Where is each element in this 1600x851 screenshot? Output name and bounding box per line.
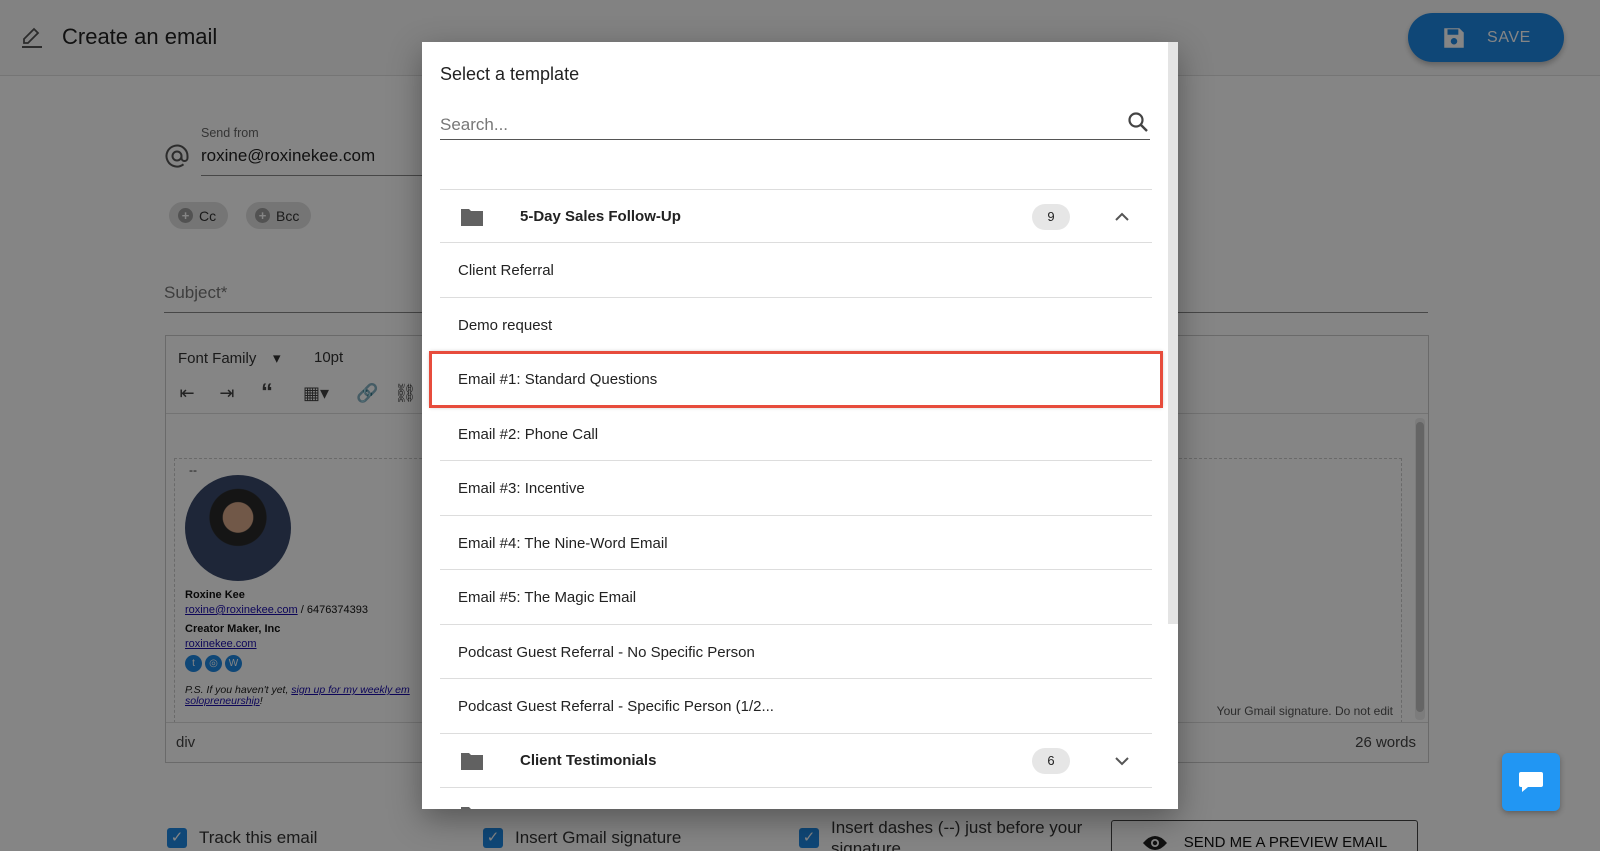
template-item[interactable]: Demo request [440,298,1152,352]
template-list: 5-Day Sales Follow-Up 9 Client Referral … [429,189,1163,809]
template-picker-dialog: Select a template 5-Day Sales Follow-Up … [422,42,1178,809]
template-item-label: Email #3: Incentive [458,480,585,497]
chevron-down-icon[interactable] [1112,751,1132,771]
template-item-label: Email #4: The Nine-Word Email [458,534,668,552]
template-item[interactable]: Email #4: The Nine-Word Email [440,516,1152,570]
template-item-label: Email #2: Phone Call [458,425,599,443]
chat-icon [1519,772,1543,792]
template-item[interactable]: Podcast Guest Referral - Specific Person… [440,679,1152,734]
template-item[interactable]: Email #2: Phone Call [440,407,1152,461]
group-count-badge: 9 [1032,204,1070,230]
folder-icon [461,806,483,809]
dialog-title: Select a template [440,64,580,84]
template-item-label: Podcast Guest Referral - Specific Person… [458,698,774,715]
search-icon[interactable] [1126,110,1150,134]
template-item-label: Podcast Guest Referral - No Specific Per… [458,643,755,661]
chevron-up-icon[interactable] [1112,207,1132,227]
dialog-scrollbar[interactable] [1168,42,1178,624]
template-group-partial[interactable] [440,788,1152,809]
template-group-sales-follow-up[interactable]: 5-Day Sales Follow-Up 9 [440,189,1152,243]
group-name: 5-Day Sales Follow-Up [520,208,681,225]
template-item-label: Demo request [458,316,553,334]
template-item[interactable]: Email #3: Incentive [440,461,1152,516]
template-item-label: Client Referral [458,262,554,279]
group-name: Client Testimonials [520,751,657,769]
template-item-label: Email #1: Standard Questions [458,371,658,388]
template-item-label: Email #5: The Magic Email [458,589,637,606]
template-item[interactable]: Podcast Guest Referral - No Specific Per… [440,625,1152,679]
template-item[interactable]: Client Referral [440,243,1152,298]
template-group-client-testimonials[interactable]: Client Testimonials 6 [440,734,1152,788]
folder-icon [461,209,483,226]
folder-icon [461,752,483,770]
group-count-badge: 6 [1032,747,1070,774]
chat-button[interactable] [1502,753,1560,811]
template-item-selected[interactable]: Email #1: Standard Questions [429,351,1163,408]
template-item[interactable]: Email #5: The Magic Email [440,570,1152,625]
template-search-input[interactable] [440,110,1150,140]
